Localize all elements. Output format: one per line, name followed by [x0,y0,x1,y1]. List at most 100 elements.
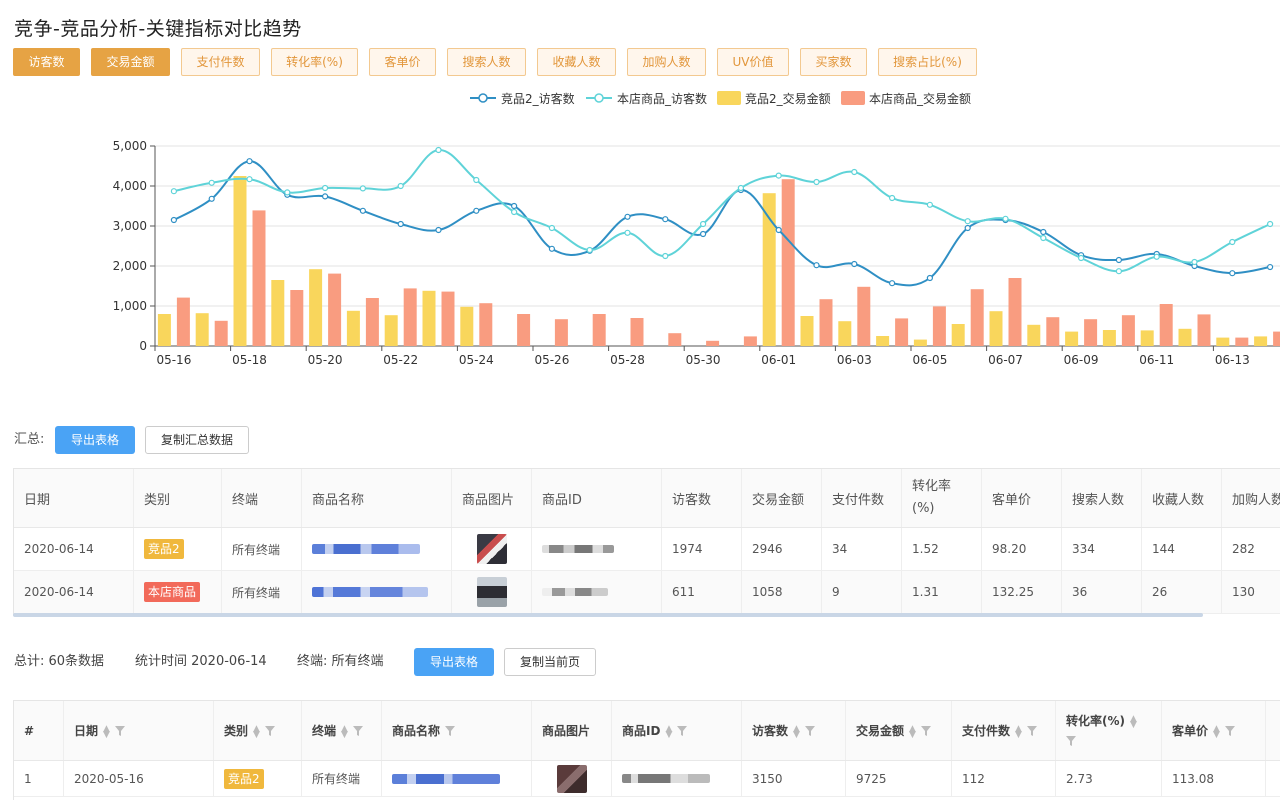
copy-page-button[interactable]: 复制当前页 [504,648,596,676]
cell-product-image[interactable] [452,571,532,613]
export-detail-button[interactable]: 导出表格 [414,648,494,676]
metric-button-cart[interactable]: 加购人数 [627,48,706,76]
sort-caret-icon[interactable]: ▲ ▼ [1213,724,1220,739]
point-own-visitors [699,220,707,228]
metric-button-unit-price[interactable]: 客单价 [369,48,436,76]
cell-product-name[interactable] [302,528,452,570]
bar-own-amount [479,303,493,346]
copy-summary-button[interactable]: 复制汇总数据 [145,426,249,454]
sort-caret-icon[interactable]: ▲ ▼ [665,724,672,739]
metric-button-visitors[interactable]: 访客数 [13,48,80,76]
bar-comp-amount [195,313,209,346]
filter-icon[interactable] [352,725,363,739]
cell-product-name[interactable] [382,761,532,796]
bar-comp-amount [157,314,171,346]
filter-icon[interactable] [114,725,125,739]
col-product-image: 商品图片 [532,701,612,760]
cell-date: 2020-06-14 [14,571,134,613]
cell-product-name[interactable] [302,571,452,613]
bar-own-amount [214,320,228,346]
point-comp-visitors [548,245,556,252]
blurred-product-name [312,587,428,597]
column-label: 交易金额 [856,724,905,738]
point-own-visitors [926,201,934,208]
bar-comp-amount [762,193,776,346]
point-comp-visitors [359,207,366,214]
filter-icon[interactable] [677,725,688,739]
sort-caret-icon[interactable]: ▲ ▼ [253,724,260,739]
metric-button-favorites[interactable]: 收藏人数 [537,48,616,76]
col-terminal: 终端 [222,469,302,527]
bar-comp-amount [384,315,398,346]
bar-own-amount [1008,278,1022,346]
legend-label: 竞品2_交易金额 [745,92,831,106]
sort-caret-icon[interactable]: ▲ ▼ [1130,714,1137,729]
point-comp-visitors [246,158,253,165]
bar-own-amount [328,273,342,346]
metric-button-amount[interactable]: 交易金额 [91,48,170,76]
export-summary-button[interactable]: 导出表格 [55,426,135,454]
cell-conversion: 1.31 [902,571,982,613]
x-tick-label: 06-09 [1064,353,1099,367]
cell-search: 36 [1062,571,1142,613]
column-title-row: 交易金额 ▲ ▼ [856,722,931,739]
point-own-visitors [851,168,858,176]
column-label: 商品ID [622,724,661,738]
y-tick-label: 3,000 [113,219,147,233]
point-own-visitors [397,182,404,190]
point-comp-visitors [964,224,971,232]
x-tick-label: 05-28 [610,353,645,367]
filter-icon[interactable] [1026,725,1037,739]
column-title-row: 支付件数 ▲ ▼ [962,722,1037,739]
point-comp-visitors [1040,228,1047,236]
point-own-visitors [1153,253,1160,260]
metric-button-uv-value[interactable]: UV价值 [717,48,789,76]
col-unit-price: 客单价 [982,469,1062,527]
table-row: 1 2020-05-16 竞品2 所有终端 3150 9725 112 2.73… [14,761,1280,797]
metric-button-search[interactable]: 搜索人数 [447,48,526,76]
point-own-visitors [1077,254,1085,262]
legend-bar-icon [841,91,865,105]
bar-own-amount [403,288,417,346]
col-product-name: 商品名称 [302,469,452,527]
y-tick-label: 4,000 [113,179,147,193]
filter-icon[interactable] [445,725,456,739]
bar-comp-amount [309,269,323,346]
point-comp-visitors [208,195,215,202]
horizontal-scrollbar[interactable] [13,613,1203,617]
x-tick-label: 06-05 [912,353,947,367]
cell-product-image[interactable] [452,528,532,570]
filter-icon[interactable] [920,725,931,739]
sort-caret-icon[interactable]: ▲ ▼ [793,724,800,739]
filter-icon[interactable] [1066,735,1076,749]
bar-comp-amount [1065,331,1079,346]
cell-category: 本店商品 [134,571,222,613]
table-row: 2020-06-14 竞品2 所有终端 1974 2946 34 1.52 98… [14,528,1280,571]
bar-own-amount [252,210,266,346]
product-thumbnail [557,764,587,793]
metric-button-buyers[interactable]: 买家数 [800,48,867,76]
filter-icon[interactable] [804,725,815,739]
column-label: 客单价 [1172,724,1209,738]
metric-button-pieces[interactable]: 支付件数 [181,48,260,76]
filter-icon[interactable] [264,725,275,739]
cell-cart: 130 [1222,571,1280,613]
sort-caret-icon[interactable]: ▲ ▼ [1015,724,1022,739]
cell-terminal: 所有终端 [222,571,302,613]
metric-button-conversion[interactable]: 转化率(%) [271,48,358,76]
bar-comp-amount [951,324,965,346]
cell-product-id [532,528,662,570]
point-comp-visitors [473,207,480,214]
sort-caret-icon[interactable]: ▲ ▼ [341,724,348,739]
bar-own-amount [592,314,606,346]
metric-button-search-share[interactable]: 搜索占比(%) [878,48,977,76]
sort-caret-icon[interactable]: ▲ ▼ [103,724,110,739]
filter-icon[interactable] [1224,725,1235,739]
cell-product-image[interactable] [532,761,612,796]
blurred-product-id [542,545,614,553]
bar-comp-amount [346,310,360,346]
legend-label: 本店商品_访客数 [617,92,708,106]
column-title-row: 商品图片 [542,722,590,739]
sort-caret-icon[interactable]: ▲ ▼ [909,724,916,739]
column-label: 类别 [224,724,249,738]
